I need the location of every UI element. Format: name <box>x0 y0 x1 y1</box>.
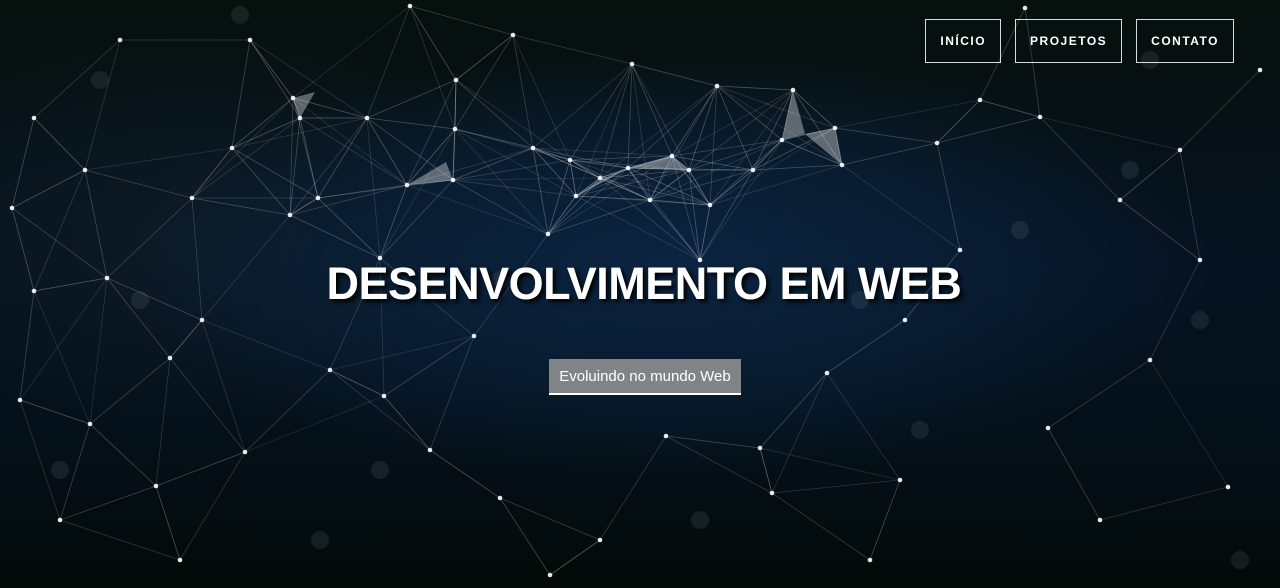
hero-title: DESENVOLVIMENTO EM WEB <box>326 258 962 309</box>
nav-link-contato[interactable]: CONTATO <box>1136 19 1234 63</box>
main-nav: INÍCIO PROJETOS CONTATO <box>925 19 1234 63</box>
hero-section: INÍCIO PROJETOS CONTATO DESENVOLVIMENTO … <box>0 0 1280 588</box>
hero-tagline: Evoluindo no mundo Web <box>549 359 741 395</box>
hero-tagline-container: Evoluindo no mundo Web <box>0 359 1280 395</box>
nav-link-inicio[interactable]: INÍCIO <box>925 19 1002 63</box>
nav-link-projetos[interactable]: PROJETOS <box>1015 19 1123 63</box>
